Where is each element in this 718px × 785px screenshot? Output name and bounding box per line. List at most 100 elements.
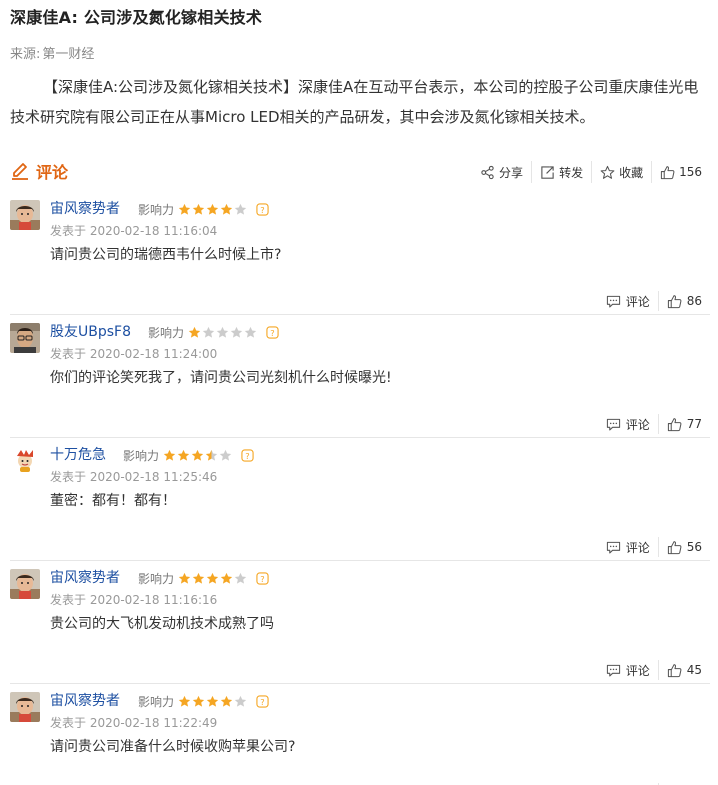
rating-stars — [188, 326, 258, 339]
influence-label: 影响力 — [138, 695, 175, 709]
rating-star-icon — [163, 449, 176, 461]
help-icon[interactable]: ? — [266, 326, 279, 339]
rating-star-icon — [192, 695, 205, 707]
rating-stars — [178, 695, 248, 708]
comment-item: 宙风察势者 影响力? 发表于 2020-02-18 11:22:49 请问贵公司准备什… — [10, 684, 710, 785]
help-icon[interactable]: ? — [241, 449, 254, 462]
comment-username[interactable]: 十万危急 — [50, 444, 106, 464]
comment-like-count: 86 — [686, 294, 702, 308]
thumbs-up-icon — [667, 417, 682, 431]
comment-actions: 评论 56 — [598, 537, 710, 557]
avatar[interactable] — [10, 446, 40, 476]
rating-star-icon — [206, 572, 219, 584]
rating-star-icon — [220, 572, 233, 584]
comment-item: 宙风察势者 影响力? 发表于 2020-02-18 11:16:04 请问贵公司的瑞德… — [10, 192, 710, 315]
comment-icon — [606, 418, 620, 430]
comment-like-button[interactable]: 86 — [657, 291, 710, 311]
reply-button[interactable]: 评论 — [598, 414, 658, 434]
comment-like-count: 56 — [686, 540, 702, 554]
rating-star-icon — [191, 449, 204, 461]
help-icon[interactable]: ? — [256, 203, 269, 216]
rating-star-icon — [188, 326, 201, 338]
share-button[interactable]: 分享 — [472, 161, 531, 183]
rating-star-icon — [178, 695, 191, 707]
comments-title-label: 评论 — [36, 163, 69, 182]
rating-star-icon — [192, 203, 205, 215]
thumbs-up-icon — [667, 294, 682, 308]
like-button[interactable]: 156 — [651, 161, 710, 183]
reply-button[interactable]: 评论 — [598, 537, 658, 557]
rating-star-icon — [219, 449, 232, 461]
favorite-label: 收藏 — [619, 165, 644, 180]
comment-username[interactable]: 宙风察势者 — [50, 198, 120, 218]
svg-text:?: ? — [260, 574, 264, 584]
avatar[interactable] — [10, 692, 40, 722]
comments-title: 评论 — [10, 159, 68, 183]
comment-time: 发表于 2020-02-18 11:22:49 — [50, 716, 218, 730]
rating-star-icon — [206, 203, 219, 215]
comment-like-button[interactable]: 56 — [657, 537, 710, 557]
comment-like-count: 77 — [686, 417, 702, 431]
rating-star-icon — [234, 695, 247, 707]
svg-text:?: ? — [270, 328, 274, 338]
avatar[interactable] — [10, 200, 40, 230]
reply-button[interactable]: 评论 — [598, 291, 658, 311]
comment-username[interactable]: 股友UBpsF8 — [50, 321, 131, 341]
influence-rating: 影响力? — [138, 201, 269, 218]
comment-username[interactable]: 宙风察势者 — [50, 567, 120, 587]
rating-star-icon — [234, 572, 247, 584]
article-source: 来源: 第一财经 — [10, 43, 94, 62]
comment-text: 董密：都有！都有！ — [50, 493, 176, 509]
comment-time: 发表于 2020-02-18 11:16:04 — [50, 224, 218, 238]
rating-star-icon — [206, 695, 219, 707]
comment-like-button[interactable]: 45 — [657, 660, 710, 680]
svg-text:?: ? — [260, 205, 264, 215]
svg-text:?: ? — [245, 451, 249, 461]
favorite-button[interactable]: 收藏 — [591, 161, 651, 183]
reply-label: 评论 — [625, 663, 650, 678]
comment-like-button[interactable]: 77 — [657, 414, 710, 434]
help-icon[interactable]: ? — [256, 572, 269, 585]
avatar[interactable] — [10, 569, 40, 599]
rating-star-icon — [216, 326, 229, 338]
help-icon[interactable]: ? — [256, 695, 269, 708]
rating-stars — [178, 203, 248, 216]
rating-star-icon — [220, 203, 233, 215]
comment-time: 发表于 2020-02-18 11:16:16 — [50, 593, 218, 607]
comment-text: 请问贵公司的瑞德西韦什么时候上市? — [50, 247, 282, 263]
article-title: 深康佳A: 公司涉及氮化镓相关技术 — [10, 8, 263, 27]
comment-icon — [606, 664, 620, 676]
svg-text:?: ? — [260, 697, 264, 707]
reply-button[interactable]: 评论 — [598, 660, 658, 680]
share-label: 分享 — [499, 165, 524, 180]
forward-button[interactable]: 转发 — [531, 161, 591, 183]
star-outline-icon — [600, 165, 615, 179]
reply-label: 评论 — [625, 540, 650, 555]
rating-star-icon — [178, 203, 191, 215]
comment-like-count: 45 — [686, 663, 702, 677]
comment-actions: 评论 86 — [598, 291, 710, 311]
article-actions: 分享 转发 收藏 156 — [472, 161, 710, 183]
rating-star-icon — [234, 203, 247, 215]
rating-star-icon — [202, 326, 215, 338]
comment-time: 发表于 2020-02-18 11:24:00 — [50, 347, 218, 361]
comment-username[interactable]: 宙风察势者 — [50, 690, 120, 710]
comment-item: 宙风察势者 影响力? 发表于 2020-02-18 11:16:16 贵公司的大飞机发… — [10, 561, 710, 684]
influence-label: 影响力 — [148, 326, 185, 340]
rating-star-icon — [230, 326, 243, 338]
rating-star-icon — [220, 695, 233, 707]
comment-text: 请问贵公司准备什么时候收购苹果公司? — [50, 739, 296, 755]
rating-star-icon — [205, 449, 218, 461]
reply-label: 评论 — [625, 417, 650, 432]
rating-stars — [178, 572, 248, 585]
rating-star-icon — [178, 572, 191, 584]
comments-header: 评论 分享 转发 收藏 156 — [10, 158, 710, 186]
influence-rating: 影响力? — [148, 324, 279, 341]
influence-label: 影响力 — [138, 572, 175, 586]
avatar[interactable] — [10, 323, 40, 353]
influence-rating: 影响力? — [138, 693, 269, 710]
rating-star-icon — [192, 572, 205, 584]
comment-text: 贵公司的大飞机发动机技术成熟了吗 — [50, 616, 274, 632]
comment-text: 你们的评论笑死我了，请问贵公司光刻机什么时候曝光! — [50, 370, 392, 386]
thumbs-up-icon — [667, 663, 682, 677]
